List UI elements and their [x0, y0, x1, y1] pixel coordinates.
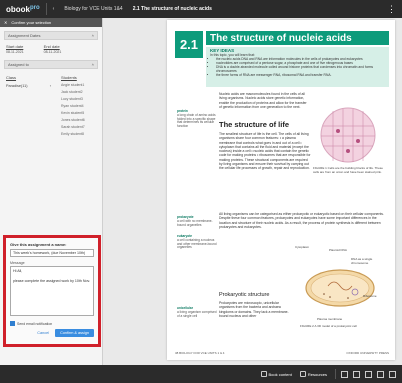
student-item[interactable]: Angie student1: [61, 83, 85, 87]
fig2-label-dna: DNA as a single chromosome: [351, 257, 373, 265]
panel-header: ✕ Confirm your selection: [0, 18, 102, 27]
divider: [335, 369, 336, 379]
prokaryote-paragraph: Prokaryotes are microscopic, unicellular…: [219, 301, 289, 318]
student-item[interactable]: Jack student2: [61, 90, 85, 94]
start-date-value[interactable]: 08-11-2021: [6, 50, 24, 54]
assigned-to-section[interactable]: Assigned to ˄: [4, 60, 98, 69]
notify-label: Send email notification: [17, 321, 53, 326]
dates-row: Start date 08-11-2021 End date 08-11-202…: [6, 44, 96, 54]
obook-logo[interactable]: obookpro: [6, 5, 40, 14]
resources-button[interactable]: Resources: [299, 371, 327, 377]
student-item[interactable]: Emily student8: [61, 132, 85, 136]
section-title: 2.1 The structure of nucleic acids: [132, 6, 212, 12]
menu-icon[interactable]: ⋮: [387, 4, 396, 15]
tool-icon[interactable]: [389, 370, 396, 378]
book-content-button[interactable]: Book content: [260, 371, 292, 377]
intro-paragraph: Nucleic acids are macromolecules found i…: [219, 92, 307, 109]
page-footer: 38 BIOLOGY FOR VCE UNITS 1 & 4 OXFORD UN…: [175, 351, 389, 355]
glossary-prokaryote: prokaryote a cell with no membrane-bound …: [177, 215, 213, 227]
bottom-toolbar: Book content Resources: [0, 365, 402, 383]
onion-cells-image: [320, 107, 376, 163]
tool-icon[interactable]: [353, 370, 360, 378]
glossary-eukaryote: eukaryote a cell containing a nucleus and…: [177, 234, 217, 250]
form-footer: Send email notification: [10, 321, 94, 326]
panel-title: Confirm your selection: [11, 20, 52, 25]
book-title-link[interactable]: Biology for VCE Units 1&4: [64, 6, 122, 12]
students-header: Students: [61, 75, 77, 80]
close-icon[interactable]: ✕: [4, 20, 7, 25]
students-column: Students Angie student1 Jack student2 Lu…: [61, 75, 85, 136]
start-date-label: Start date: [6, 44, 24, 49]
message-label: Message: [10, 261, 25, 265]
chevron-up-icon[interactable]: ˄: [92, 33, 94, 38]
message-textarea[interactable]: Hi All, please complete the assigned wor…: [10, 266, 94, 316]
section-label: Assigned to: [8, 62, 29, 67]
textbook-page: 2.1 The structure of nucleic acids KEY I…: [167, 20, 395, 360]
tool-icon[interactable]: [341, 370, 348, 378]
cancel-button[interactable]: Cancel: [37, 331, 49, 335]
chevron-up-icon[interactable]: ˄: [92, 62, 94, 67]
back-icon[interactable]: ‹: [53, 6, 55, 12]
end-date[interactable]: End date 08-11-2021: [44, 44, 62, 54]
glossary-protein: protein a long chain of amino acids folde…: [177, 109, 216, 129]
start-date[interactable]: Start date 08-11-2021: [6, 44, 24, 54]
book-icon: [260, 371, 267, 377]
app-window: obookpro ‹ Biology for VCE Units 1&4 2.1…: [0, 0, 402, 383]
student-item[interactable]: Ryan student4: [61, 104, 85, 108]
notify-checkbox[interactable]: [10, 321, 15, 326]
fig2-label-plasmid: Plasmid DNA: [329, 248, 347, 252]
page-number: 38 BIOLOGY FOR VCE UNITS 1 & 4: [175, 351, 225, 355]
heading-prokaryotic-structure: Prokaryotic structure: [219, 292, 270, 298]
top-bar: obookpro ‹ Biology for VCE Units 1&4 2.1…: [0, 0, 402, 18]
end-date-value[interactable]: 08-11-2021: [44, 50, 62, 54]
fig2-label-membrane: Plasma membrane: [317, 317, 343, 321]
page-title: The structure of nucleic acids: [206, 31, 389, 45]
form-actions: Cancel Confirm & assign: [10, 329, 94, 337]
fig2-label-ribosome: Ribosome: [363, 294, 377, 298]
assignment-name-input[interactable]: This week's homework, (due November 10th…: [10, 249, 94, 257]
student-item[interactable]: Sarah student7: [61, 125, 85, 129]
student-item[interactable]: Jones student6: [61, 118, 85, 122]
heading-structure-of-life: The structure of life: [219, 120, 290, 129]
figure2-caption: FIGURE 2 A 3D model of a prokaryotic cel…: [300, 324, 357, 328]
name-label: Give this assignment a name:: [10, 242, 67, 247]
student-item[interactable]: Lucy student3: [61, 97, 85, 101]
assignment-dates-section[interactable]: Assignment Dates ˄: [4, 31, 98, 40]
chevron-right-icon: ›: [49, 84, 51, 88]
assign-columns: Class Paradise(11) › Students Angie stude…: [6, 75, 96, 136]
end-date-label: End date: [43, 44, 60, 49]
section-label: Assignment Dates: [8, 33, 41, 38]
student-item[interactable]: Kevin student5: [61, 111, 85, 115]
glossary-unicellular: unicellular a living organism comprised o…: [177, 306, 217, 318]
assignment-name-form: Give this assignment a name: This week's…: [3, 235, 101, 347]
key-ideas-box: KEY IDEAS In this topic, you will learn …: [206, 47, 389, 87]
key-idea-item: DNA is a double-stranded molecule coiled…: [216, 65, 385, 73]
tool-icon[interactable]: [365, 370, 372, 378]
resources-icon: [299, 371, 306, 377]
key-idea-item: the three forms of RNA are messenger RNA…: [216, 73, 385, 77]
class-column: Class Paradise(11) ›: [6, 75, 61, 136]
divider: [45, 3, 47, 15]
section-number-badge: 2.1: [175, 31, 203, 58]
figure1-caption: FIGURE 1 Cells are the building blocks o…: [313, 166, 383, 174]
class-header: Class: [6, 75, 17, 80]
class-item[interactable]: Paradise(11) ›: [6, 84, 51, 88]
fig2-label-cytoplasm: Cytoplasm: [295, 245, 310, 249]
life-paragraph: The smallest structure of life is the ce…: [219, 132, 311, 171]
tool-icon[interactable]: [377, 370, 384, 378]
confirm-assign-button[interactable]: Confirm & assign: [55, 329, 94, 337]
publisher: OXFORD UNIVERSITY PRESS: [346, 351, 389, 355]
groups-paragraph: All living organisms can be categorised …: [219, 212, 384, 229]
